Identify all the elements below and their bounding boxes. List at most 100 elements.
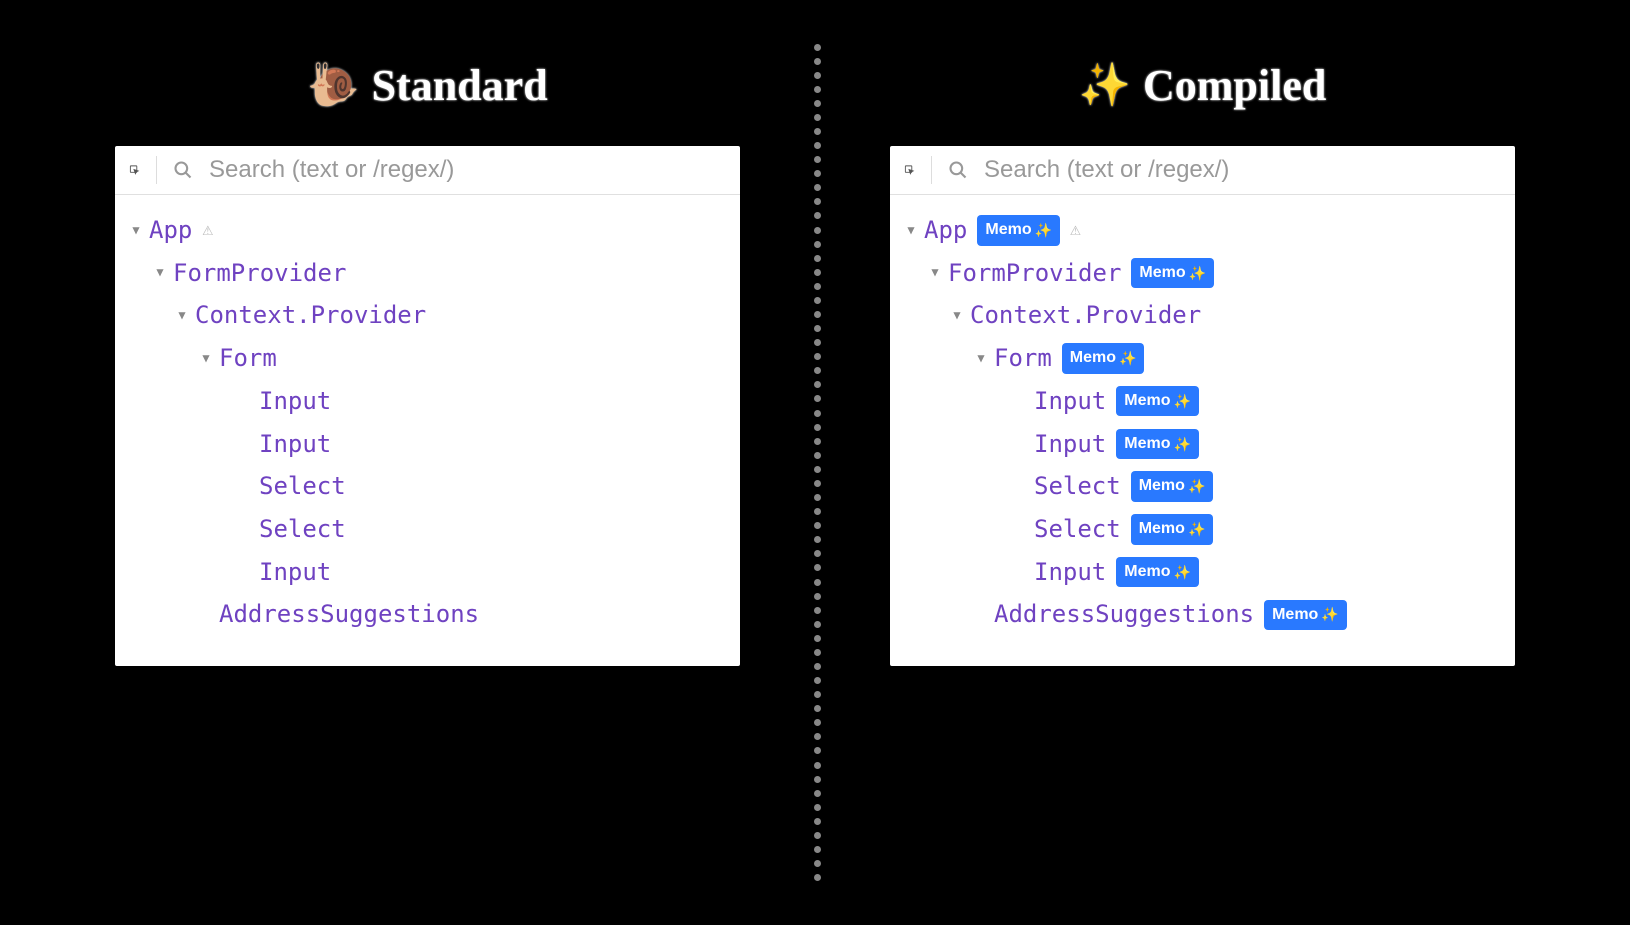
- component-name: App: [924, 209, 967, 252]
- component-name: Context.Provider: [195, 294, 426, 337]
- component-name: Input: [1034, 423, 1106, 466]
- divider-dot: [814, 677, 821, 684]
- sparkle-icon: ✨: [1173, 432, 1190, 457]
- component-name: AddressSuggestions: [994, 593, 1254, 636]
- memo-badge: Memo ✨: [1116, 429, 1199, 459]
- tree-node[interactable]: ▼FormMemo ✨: [900, 337, 1505, 380]
- divider-dot: [814, 607, 821, 614]
- divider-dot: [814, 621, 821, 628]
- divider-dot: [814, 494, 821, 501]
- component-name: Context.Provider: [970, 294, 1201, 337]
- disclosure-triangle-icon: [1014, 437, 1028, 451]
- tree-node[interactable]: ▼ FormProvider Memo ✨: [900, 252, 1505, 295]
- warning-icon[interactable]: ⚠: [202, 214, 213, 246]
- divider-dot: [814, 818, 821, 825]
- tree-node[interactable]: ▼ Context.Provider: [125, 294, 730, 337]
- compiled-column: ✨ Compiled ▼AppMem: [815, 60, 1590, 825]
- memo-badge: Memo ✨: [1264, 600, 1347, 630]
- component-name: Input: [1034, 380, 1106, 423]
- divider-dot: [814, 790, 821, 797]
- disclosure-triangle-icon: [239, 437, 253, 451]
- component-name: Form: [994, 337, 1052, 380]
- warning-icon[interactable]: ⚠: [1070, 214, 1081, 246]
- tree-node[interactable]: ▼ App Memo ✨ ⚠: [900, 209, 1505, 252]
- disclosure-triangle-icon[interactable]: ▼: [904, 223, 918, 237]
- tree-node[interactable]: SelectMemo ✨: [900, 465, 1505, 508]
- tree-node[interactable]: Input Memo ✨: [900, 380, 1505, 423]
- tree-node[interactable]: Input: [125, 551, 730, 594]
- divider-dot: [814, 128, 821, 135]
- disclosure-triangle-icon: [1014, 565, 1028, 579]
- tree-node[interactable]: ▼Form: [125, 337, 730, 380]
- sparkle-icon: ✨: [1189, 261, 1206, 286]
- divider-dot: [814, 100, 821, 107]
- sparkle-icon: ✨: [1173, 560, 1190, 585]
- disclosure-triangle-icon[interactable]: ▼: [199, 352, 213, 366]
- search-icon: [948, 160, 968, 180]
- divider-dot: [814, 114, 821, 121]
- divider-dot: [814, 846, 821, 853]
- sparkle-icon: ✨: [1188, 517, 1205, 542]
- component-name: FormProvider: [173, 252, 346, 295]
- divider-dot: [814, 762, 821, 769]
- tree-node[interactable]: ▼ Context.Provider: [900, 294, 1505, 337]
- disclosure-triangle-icon: [974, 608, 988, 622]
- component-name: Input: [259, 380, 331, 423]
- disclosure-triangle-icon[interactable]: ▼: [928, 266, 942, 280]
- search-input[interactable]: [209, 156, 726, 184]
- sparkle-icon: ✨: [1035, 218, 1052, 243]
- divider-dot: [814, 663, 821, 670]
- tree-node[interactable]: ▼ App ⚠: [125, 209, 730, 252]
- disclosure-triangle-icon: [1014, 522, 1028, 536]
- disclosure-triangle-icon[interactable]: ▼: [974, 352, 988, 366]
- tree-node[interactable]: SelectMemo ✨: [900, 508, 1505, 551]
- search-input[interactable]: [984, 156, 1501, 184]
- disclosure-triangle-icon[interactable]: ▼: [175, 309, 189, 323]
- tree-node[interactable]: Input: [125, 380, 730, 423]
- standard-title: 🐌 Standard: [307, 60, 547, 111]
- memo-badge: Memo ✨: [1131, 258, 1214, 288]
- tree-node[interactable]: AddressSuggestions: [125, 593, 730, 636]
- divider-dot: [814, 255, 821, 262]
- disclosure-triangle-icon: [1014, 480, 1028, 494]
- component-name: Select: [1034, 508, 1121, 551]
- component-name: AddressSuggestions: [219, 593, 479, 636]
- disclosure-triangle-icon: [239, 522, 253, 536]
- divider-dot: [814, 227, 821, 234]
- divider-dot: [814, 874, 821, 881]
- tree-node[interactable]: Input: [125, 423, 730, 466]
- tree-node[interactable]: ▼ FormProvider: [125, 252, 730, 295]
- divider-dot: [814, 410, 821, 417]
- element-picker-icon[interactable]: [129, 156, 157, 184]
- element-picker-icon[interactable]: [904, 156, 932, 184]
- divider-dot: [814, 269, 821, 276]
- disclosure-triangle-icon: [1014, 394, 1028, 408]
- tree-node[interactable]: InputMemo ✨: [900, 551, 1505, 594]
- tree-node[interactable]: Input Memo ✨: [900, 423, 1505, 466]
- disclosure-triangle-icon[interactable]: ▼: [129, 223, 143, 237]
- divider-dot: [814, 58, 821, 65]
- disclosure-triangle-icon: [239, 480, 253, 494]
- sparkle-icon: ✨: [1188, 474, 1205, 499]
- component-name: Select: [259, 508, 346, 551]
- compiled-title: ✨ Compiled: [1079, 60, 1327, 111]
- search-icon: [173, 160, 193, 180]
- column-divider: [814, 40, 816, 885]
- compiled-title-text: Compiled: [1143, 60, 1326, 111]
- disclosure-triangle-icon[interactable]: ▼: [950, 309, 964, 323]
- divider-dot: [814, 832, 821, 839]
- tree-node[interactable]: Select: [125, 508, 730, 551]
- divider-dot: [814, 649, 821, 656]
- standard-component-tree: ▼ App ⚠ ▼ FormProvider ▼ Context.Provider▼Form…: [115, 195, 740, 666]
- memo-badge: Memo ✨: [977, 215, 1060, 245]
- disclosure-triangle-icon[interactable]: ▼: [153, 266, 167, 280]
- component-name: FormProvider: [948, 252, 1121, 295]
- divider-dot: [814, 241, 821, 248]
- divider-dot: [814, 72, 821, 79]
- memo-badge: Memo ✨: [1116, 386, 1199, 416]
- divider-dot: [814, 452, 821, 459]
- tree-node[interactable]: AddressSuggestions Memo ✨: [900, 593, 1505, 636]
- component-name: Select: [259, 465, 346, 508]
- component-name: App: [149, 209, 192, 252]
- tree-node[interactable]: Select: [125, 465, 730, 508]
